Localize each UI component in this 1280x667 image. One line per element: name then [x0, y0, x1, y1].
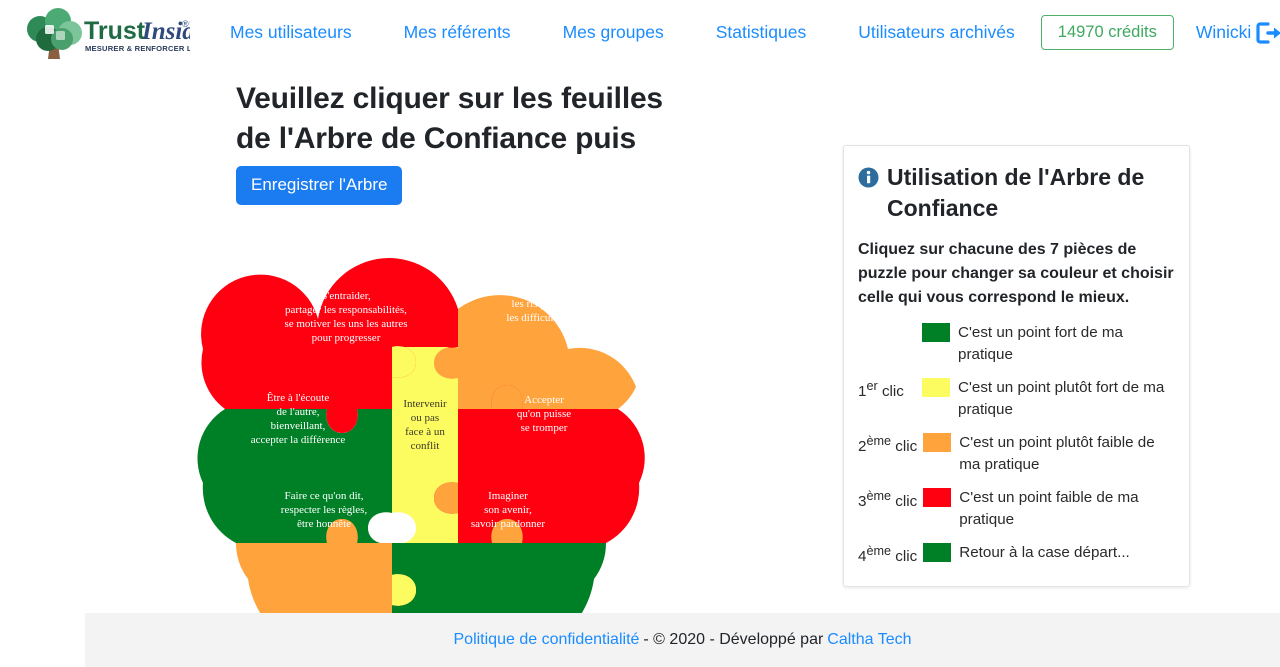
privacy-policy-link[interactable]: Politique de confidentialité: [454, 631, 640, 649]
legend-click-label-2: 2ème clic: [858, 434, 918, 456]
legend-text-3: C'est un point faible de ma pratique: [959, 489, 1139, 529]
legend-row-3: 3ème clic C'est un point faible de ma pr…: [858, 487, 1175, 531]
trustinside-logo: Trust Inside ® MESURER & RENFORCER LA CO…: [27, 7, 190, 59]
info-panel-title-text: Utilisation de l'Arbre de Confiance: [887, 164, 1145, 222]
nav-link-statistiques[interactable]: Statistiques: [690, 18, 832, 47]
legend-text-4: Retour à la case départ...: [959, 544, 1130, 562]
logout-icon[interactable]: [1256, 21, 1280, 45]
legend-row-2: 2ème clic C'est un point plutôt faible d…: [858, 432, 1175, 476]
nav-link-mes-utilisateurs[interactable]: Mes utilisateurs: [204, 18, 378, 47]
legend-swatch-orange[interactable]: [923, 433, 952, 453]
legend-swatch-green-strong[interactable]: [922, 323, 950, 343]
info-panel-subtitle: Cliquez sur chacune des 7 pièces de puzz…: [858, 241, 1174, 307]
legend-text-2: C'est un point plutôt faible de ma prati…: [959, 434, 1155, 474]
caltha-tech-link[interactable]: Caltha Tech: [827, 631, 911, 649]
nav-right-group: 14970 crédits Winicki: [1040, 15, 1280, 50]
info-panel: Utilisation de l'Arbre de Confiance Cliq…: [843, 145, 1190, 588]
info-panel-title: Utilisation de l'Arbre de Confiance: [858, 162, 1175, 224]
legend-click-label-3: 3ème clic: [858, 489, 918, 511]
legend-swatch-green-reset[interactable]: [923, 543, 952, 563]
user-name-label: Winicki: [1195, 22, 1252, 42]
tree-column: Veuillez cliquer sur les feuilles de l'A…: [0, 65, 810, 658]
tree-piece-top-right[interactable]: [434, 295, 636, 410]
footer-middle-text: - © 2020 - Développé par: [643, 631, 824, 648]
nav-link-mes-referents[interactable]: Mes référents: [378, 18, 537, 47]
primary-nav: Mes utilisateurs Mes référents Mes group…: [204, 18, 1041, 47]
legend-click-label-1: 1er clic: [858, 379, 904, 401]
brand-logo-link[interactable]: Trust Inside ® MESURER & RENFORCER LA CO…: [18, 5, 190, 61]
legend-click-label-4: 4ème clic: [858, 544, 918, 566]
page-footer: Politique de confidentialité - © 2020 - …: [85, 613, 1280, 667]
legend-swatch-red[interactable]: [923, 488, 952, 508]
info-icon: [858, 167, 879, 188]
main-content: Veuillez cliquer sur les feuilles de l'A…: [0, 65, 1280, 658]
svg-text:Trust: Trust: [84, 17, 146, 45]
nav-link-utilisateurs-archives[interactable]: Utilisateurs archivés: [832, 18, 1041, 47]
top-navbar: Trust Inside ® MESURER & RENFORCER LA CO…: [0, 0, 1280, 65]
legend-row-0: 1er clic C'est un point fort de ma prati…: [858, 322, 1175, 366]
confidence-tree-svg: S'entraider, partager les responsabilité…: [197, 258, 645, 658]
legend-swatch-yellow[interactable]: [922, 378, 950, 398]
page-title: Veuillez cliquer sur les feuilles de l'A…: [236, 82, 663, 155]
legend-text-1: C'est un point plutôt fort de ma pratiqu…: [958, 379, 1165, 419]
save-tree-button[interactable]: Enregistrer l'Arbre: [236, 166, 403, 206]
svg-text:Accepter: Accepter: [516, 284, 556, 296]
legend-row-1: 1er clic C'est un point plutôt fort de m…: [858, 377, 1175, 421]
brand-tagline: MESURER & RENFORCER LA CONFIANCE: [85, 44, 190, 53]
legend-text-0: C'est un point fort de ma pratique: [958, 324, 1123, 364]
legend-row-4: 4ème clic Retour à la case départ...: [858, 542, 1175, 568]
confidence-tree: S'entraider, partager les responsabilité…: [196, 213, 810, 658]
svg-text:®: ®: [182, 19, 189, 29]
user-menu[interactable]: Winicki: [1196, 21, 1280, 45]
credits-badge[interactable]: 14970 crédits: [1040, 15, 1174, 50]
nav-link-mes-groupes[interactable]: Mes groupes: [537, 18, 690, 47]
tree-piece-mid-left[interactable]: [197, 409, 392, 544]
